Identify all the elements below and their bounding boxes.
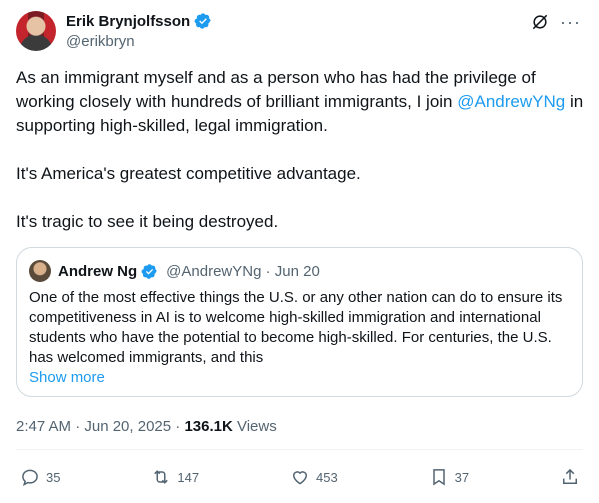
quoted-author-name[interactable]: Andrew Ng	[58, 263, 137, 280]
bookmark-button[interactable]: 37	[429, 467, 469, 487]
top-actions: ···	[530, 12, 581, 32]
tweet-paragraph-3: It's tragic to see it being destroyed.	[16, 212, 279, 231]
quoted-tweet-text: One of the most effective things the U.S…	[29, 289, 563, 366]
quoted-tweet-meta: @AndrewYNg · Jun 20	[166, 262, 320, 280]
grok-icon[interactable]	[530, 12, 550, 32]
tweet-paragraph-2: It's America's greatest competitive adva…	[16, 164, 361, 183]
reply-count: 35	[46, 469, 61, 485]
repost-count: 147	[177, 469, 200, 485]
views-label: Views	[232, 418, 277, 435]
mention-link[interactable]: @AndrewYNg	[457, 92, 565, 111]
like-count: 453	[315, 469, 338, 485]
tweet-paragraph-1: As an immigrant myself and as a person w…	[16, 66, 586, 138]
reply-button[interactable]: 35	[20, 467, 60, 487]
repost-icon	[154, 470, 169, 484]
reply-icon	[22, 469, 38, 486]
share-button[interactable]	[560, 467, 580, 487]
share-icon	[562, 468, 577, 484]
show-more-link[interactable]: Show more	[29, 368, 570, 388]
action-bar: 35 147 453 37	[20, 467, 580, 487]
author-name-row[interactable]: Erik Brynjolfsson	[66, 12, 212, 30]
bookmark-icon	[432, 469, 445, 486]
author-avatar[interactable]	[16, 11, 56, 51]
heart-icon	[292, 471, 307, 485]
verified-badge-icon	[141, 263, 157, 279]
views-count: 136.1K	[184, 418, 233, 435]
divider	[16, 449, 583, 450]
author-name[interactable]: Erik Brynjolfsson	[66, 13, 190, 30]
more-options-icon[interactable]: ···	[560, 13, 581, 31]
timestamp-link[interactable]: 2:47 AM · Jun 20, 2025 ·	[16, 418, 184, 435]
quoted-tweet[interactable]: Andrew Ng @AndrewYNg · Jun 20 One of the…	[16, 247, 583, 397]
verified-badge-icon	[194, 13, 211, 29]
quoted-author-avatar[interactable]	[29, 260, 51, 282]
author-handle[interactable]: @erikbryn	[66, 33, 135, 50]
bookmark-count: 37	[454, 469, 470, 485]
like-button[interactable]: 453	[290, 467, 338, 487]
repost-button[interactable]: 147	[151, 467, 199, 487]
tweet-timestamp: 2:47 AM · Jun 20, 2025 · 136.1K Views	[16, 418, 277, 435]
tweet-text: As an immigrant myself and as a person w…	[16, 66, 586, 258]
quoted-tweet-header: Andrew Ng @AndrewYNg · Jun 20	[29, 260, 570, 282]
